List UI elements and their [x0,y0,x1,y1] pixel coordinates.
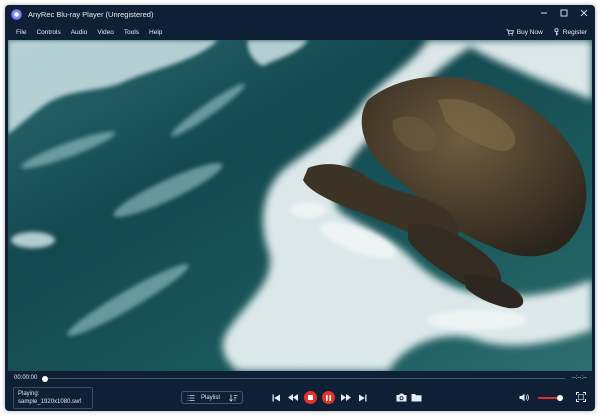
app-logo-icon [11,8,22,20]
menu-audio[interactable]: Audio [71,29,88,36]
current-time: 00:00:00 [14,375,38,381]
menu-video[interactable]: Video [97,29,114,36]
playing-file-name: sample_1920x1080.swf [18,399,82,405]
seek-bar[interactable] [42,375,565,382]
title-bar: AnyRec Blu-ray Player (Unregistered) [5,5,595,23]
volume-icon[interactable] [518,392,530,403]
next-icon[interactable] [357,392,367,403]
previous-icon[interactable] [271,392,281,403]
list-icon [187,394,195,404]
menu-bar: File Controls Audio Video Tools Help Buy… [5,24,595,40]
playlist-button[interactable]: Playlist [181,391,243,404]
buy-now-link[interactable]: Buy Now [506,29,543,36]
cart-icon [506,28,514,36]
minimize-icon[interactable] [539,8,549,18]
register-link[interactable]: Register [553,28,587,36]
pause-icon [326,394,331,401]
snapshot-icon[interactable] [395,391,407,403]
sort-icon[interactable] [229,394,238,404]
volume-handle[interactable] [557,395,564,401]
window-title: AnyRec Blu-ray Player (Unregistered) [28,9,154,19]
register-label: Register [562,28,587,36]
player-window: AnyRec Blu-ray Player (Unregistered) Fil… [5,5,595,411]
window-controls [539,8,589,18]
total-time: --:--:-- [571,375,587,381]
video-frame[interactable] [8,40,592,371]
key-icon [553,28,560,36]
menu-help[interactable]: Help [149,29,162,36]
pause-button[interactable] [322,391,335,404]
stop-button[interactable] [304,391,317,404]
video-image [8,40,592,371]
seek-handle[interactable] [42,375,48,382]
progress-row: 00:00:00 --:--:-- [5,371,595,385]
stop-icon [308,395,313,400]
now-playing-box: Playing: sample_1920x1080.swf [13,387,93,409]
maximize-icon[interactable] [559,8,569,18]
fast-forward-icon[interactable] [340,392,351,403]
playlist-label: Playlist [201,395,221,401]
menu-file[interactable]: File [16,29,26,36]
control-bar: Playing: sample_1920x1080.swf Playlist [5,385,595,411]
folder-icon[interactable] [410,391,422,403]
fullscreen-icon[interactable] [575,391,587,403]
menu-tools[interactable]: Tools [124,29,139,36]
buy-now-label: Buy Now [516,28,543,36]
close-icon[interactable] [579,8,589,18]
rewind-icon[interactable] [287,392,298,403]
menu-controls[interactable]: Controls [36,29,60,36]
playing-label: Playing: [18,391,40,397]
